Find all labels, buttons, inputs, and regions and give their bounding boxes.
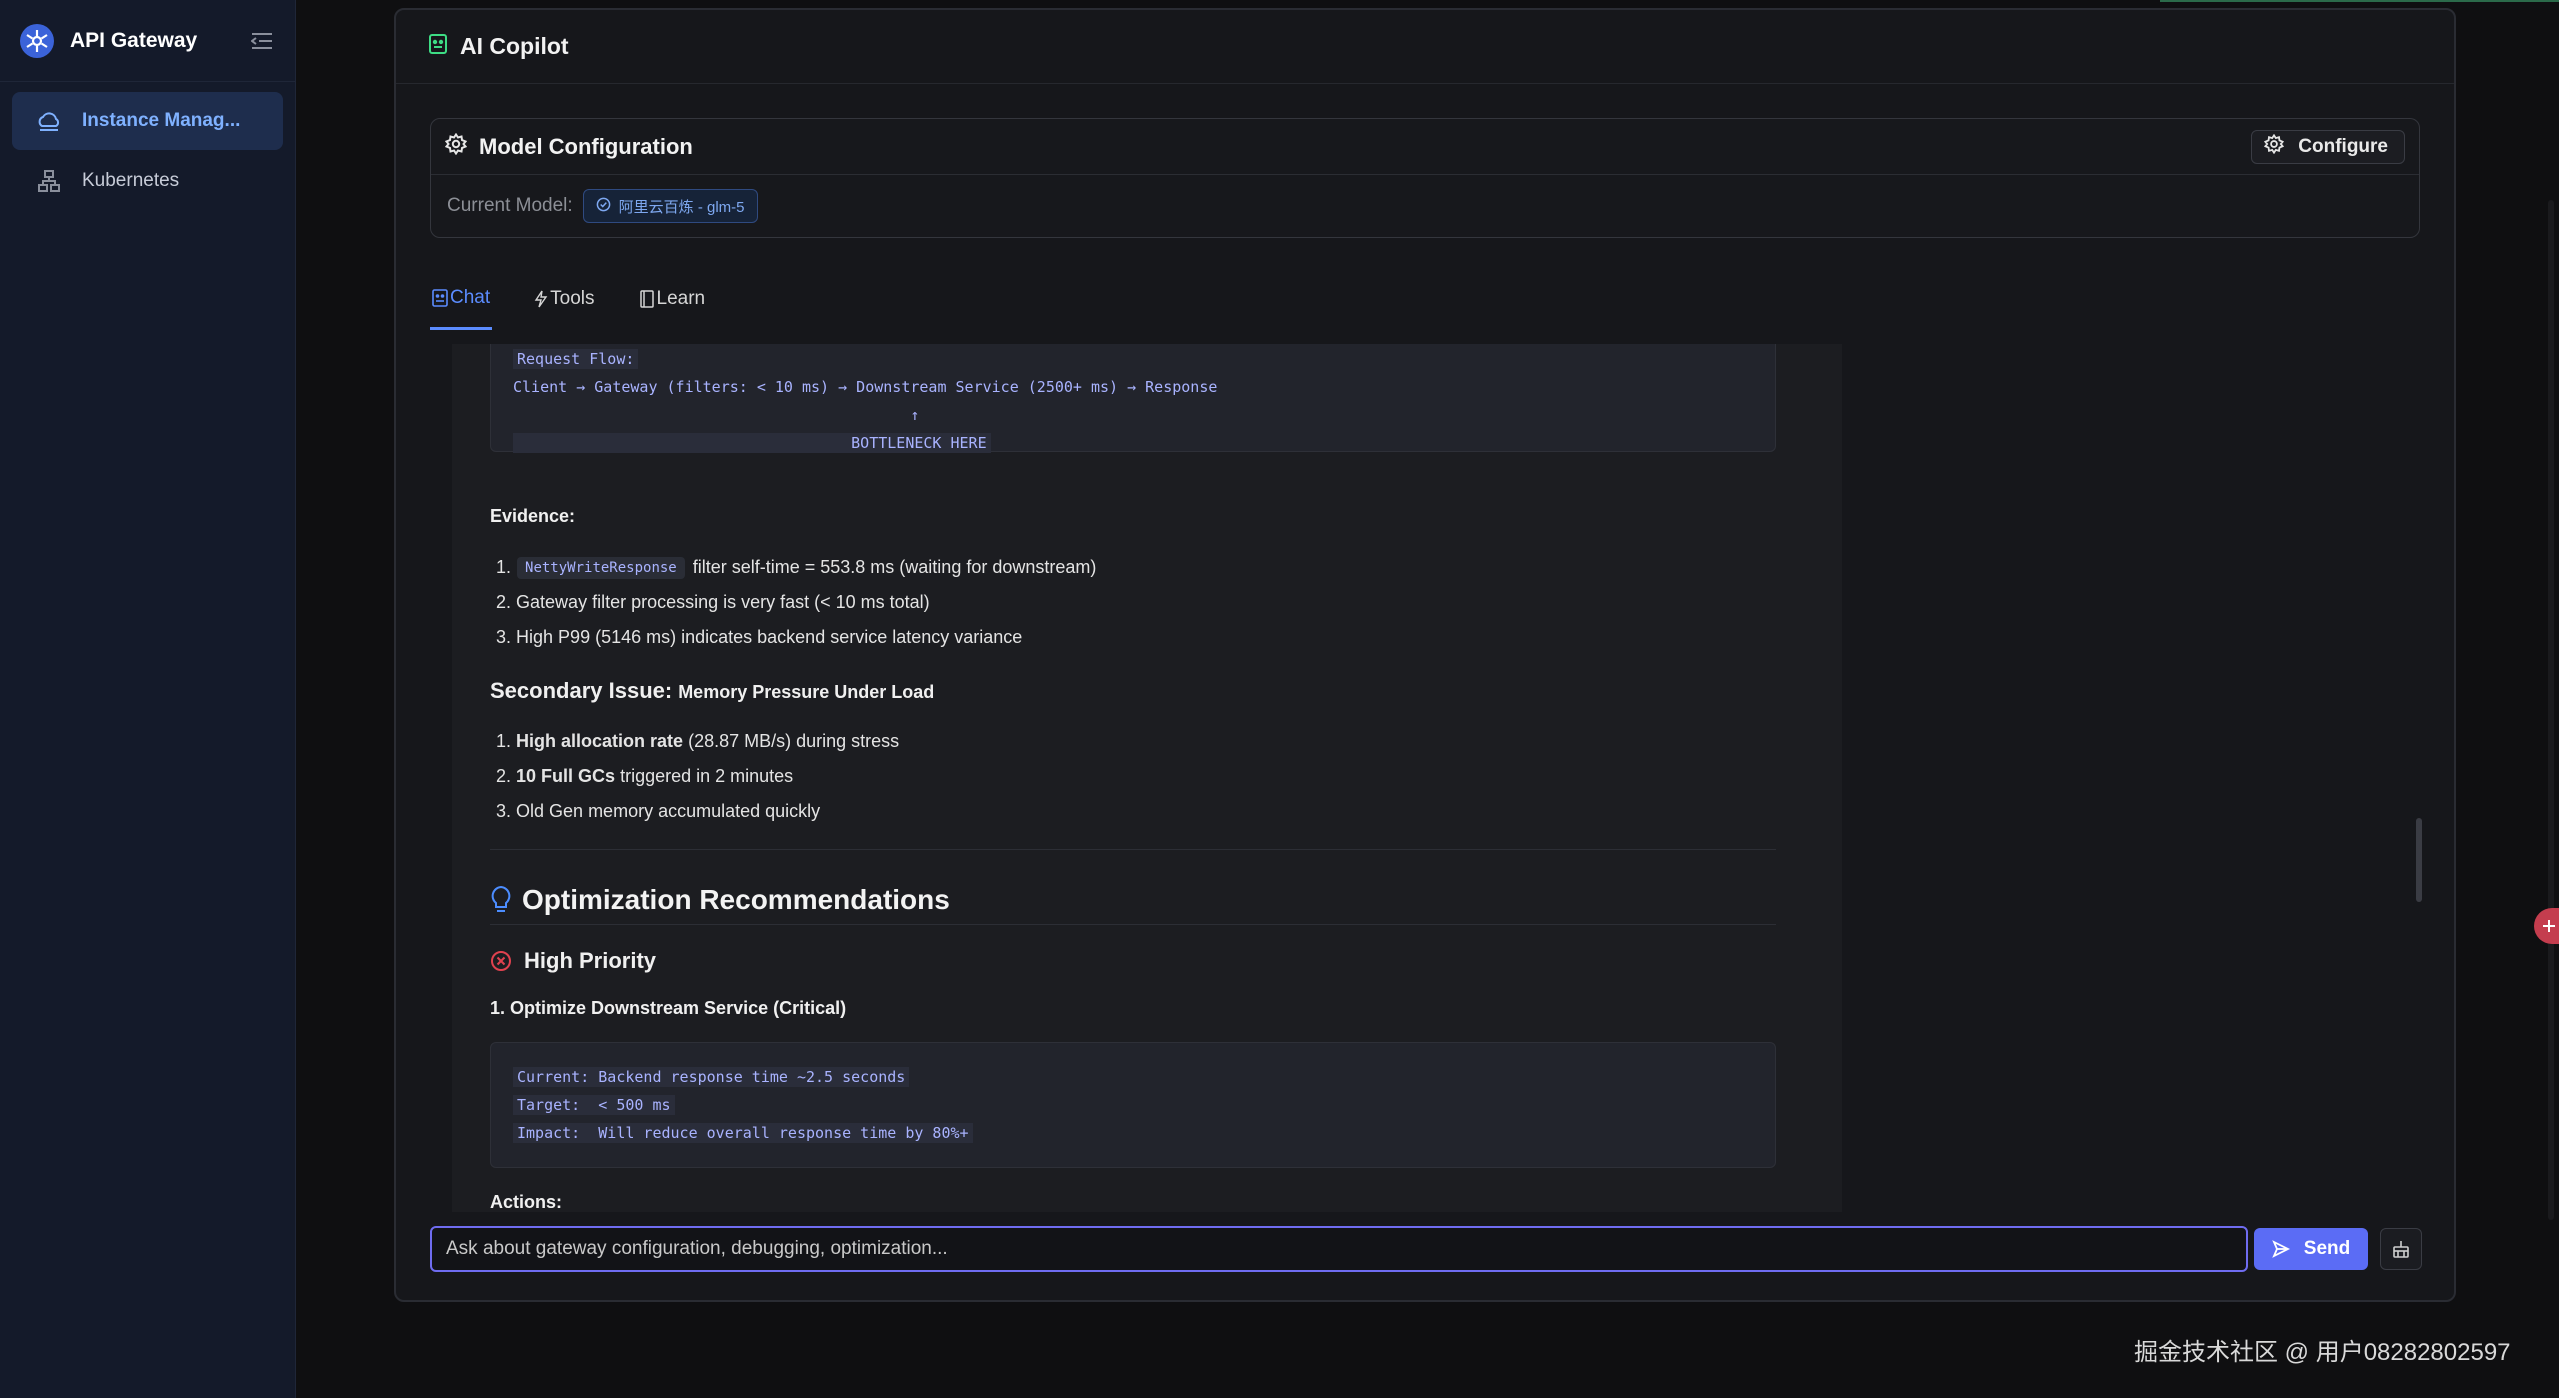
page-scrollbar[interactable] xyxy=(2548,200,2554,1220)
code-line: Client → Gateway (filters: < 10 ms) → Do… xyxy=(513,378,1218,396)
close-circle-icon xyxy=(490,950,512,972)
panel-title: AI Copilot xyxy=(460,33,569,59)
list-number: 3. xyxy=(496,801,512,821)
clear-chat-button[interactable] xyxy=(2380,1228,2422,1270)
item1-heading: 1. Optimize Downstream Service (Critical… xyxy=(490,998,847,1018)
current-model-label: Current Model: xyxy=(447,195,573,216)
send-button[interactable]: Send xyxy=(2254,1228,2368,1270)
kubernetes-logo-icon xyxy=(20,23,54,58)
list-item: 2. Gateway filter processing is very fas… xyxy=(496,585,1766,620)
list-number: 2. xyxy=(496,766,512,786)
model-config-title: Model Configuration xyxy=(479,133,693,159)
list-item: 3. High P99 (5146 ms) indicates backend … xyxy=(496,620,1766,655)
target-code-block: Current: Backend response time ~2.5 seco… xyxy=(490,1042,1776,1168)
heading-text: High Priority xyxy=(524,948,657,973)
code-line: ↑ xyxy=(513,406,920,424)
high-priority-heading: High Priority xyxy=(490,944,656,978)
plus-icon xyxy=(2542,919,2556,933)
list-text: filter self-time = 553.8 ms (waiting for… xyxy=(692,557,1097,577)
code-line: Current: Backend response time ~2.5 seco… xyxy=(513,1067,910,1087)
panel-header: AI Copilot xyxy=(396,10,2454,84)
heading-text: Secondary Issue: xyxy=(490,678,673,703)
chat-input-wrapper xyxy=(430,1226,2248,1272)
request-flow-code-block: Request Flow: Client → Gateway (filters:… xyxy=(490,344,1776,453)
tab-chat[interactable]: Chat xyxy=(430,268,493,330)
configure-button[interactable]: Configure xyxy=(2251,129,2405,164)
chat-scrollbar-thumb[interactable] xyxy=(2416,818,2422,902)
tab-learn[interactable]: Learn xyxy=(637,268,708,330)
list-item: 2. 10 Full GCs triggered in 2 minutes xyxy=(496,759,1766,794)
tab-label: Learn xyxy=(656,288,706,309)
check-circle-icon xyxy=(596,197,611,216)
list-number: 3. xyxy=(496,627,512,647)
list-text: Gateway filter processing is very fast (… xyxy=(516,592,930,612)
sidebar-item-label: Instance Manag... xyxy=(82,110,241,131)
code-line: BOTTLENECK HERE xyxy=(513,433,991,453)
code-line: Request Flow: xyxy=(513,349,639,369)
list-number: 2. xyxy=(496,592,512,612)
evidence-list: 1. NettyWriteResponse filter self-time =… xyxy=(496,550,1766,655)
tab-label: Tools xyxy=(550,288,595,309)
sidebar-item-kubernetes[interactable]: Kubernetes xyxy=(12,152,283,210)
sidebar-item-instance-management[interactable]: Instance Manag... xyxy=(12,92,283,150)
list-number: 1. xyxy=(496,731,512,751)
broom-icon xyxy=(2391,1239,2411,1259)
code-line: Impact: Will reduce overall response tim… xyxy=(513,1123,973,1143)
cloud-icon xyxy=(36,108,62,134)
network-icon xyxy=(36,168,62,194)
chat-messages[interactable]: Request Flow: Client → Gateway (filters:… xyxy=(452,344,1842,1212)
lightbulb-icon xyxy=(490,885,512,915)
top-accent-line xyxy=(2160,0,2559,2)
chat-input[interactable] xyxy=(430,1226,2248,1272)
secondary-issue-list: 1. High allocation rate (28.87 MB/s) dur… xyxy=(496,724,1766,829)
book-icon xyxy=(639,290,655,308)
actions-label: Actions: xyxy=(490,1192,562,1212)
gear-icon xyxy=(2264,133,2285,160)
heading-subtext: Memory Pressure Under Load xyxy=(678,682,935,702)
list-item: 1. NettyWriteResponse filter self-time =… xyxy=(496,550,1766,585)
robot-icon xyxy=(428,33,448,60)
list-bold-text: High allocation rate xyxy=(516,731,684,751)
gear-icon xyxy=(444,132,468,160)
list-item: 1. High allocation rate (28.87 MB/s) dur… xyxy=(496,724,1766,759)
send-button-label: Send xyxy=(2303,1238,2351,1259)
sidebar-nav: Instance Manag... Kubernetes xyxy=(0,82,295,222)
divider xyxy=(490,849,1776,850)
collapse-sidebar-icon[interactable] xyxy=(249,28,275,54)
watermark: 掘金技术社区 @ 用户08282802597 xyxy=(2134,1339,2511,1366)
chat-robot-icon xyxy=(432,288,448,307)
list-number: 1. xyxy=(496,557,512,577)
secondary-issue-heading: Secondary Issue: Memory Pressure Under L… xyxy=(490,678,934,704)
optimization-heading: Optimization Recommendations xyxy=(490,880,950,920)
ai-copilot-panel: AI Copilot Model Configuration Configure… xyxy=(394,8,2456,1302)
current-model-value: 阿里云百炼 - glm-5 xyxy=(618,198,745,216)
code-line: Target: < 500 ms xyxy=(513,1095,675,1115)
tab-bar: Chat Tools Learn xyxy=(430,268,2420,332)
list-bold-text: 10 Full GCs xyxy=(516,766,616,786)
brand-header: API Gateway xyxy=(0,0,295,82)
inline-code: NettyWriteResponse xyxy=(517,556,685,579)
configure-button-label: Configure xyxy=(2298,135,2388,157)
heading-text: Optimization Recommendations xyxy=(522,884,950,915)
floating-helper-button[interactable] xyxy=(2534,908,2559,944)
lightning-icon xyxy=(534,290,548,308)
send-icon xyxy=(2271,1240,2290,1258)
list-item: 3. Old Gen memory accumulated quickly xyxy=(496,794,1766,829)
tab-tools[interactable]: Tools xyxy=(532,268,596,330)
evidence-label: Evidence: xyxy=(490,506,576,526)
app-title: API Gateway xyxy=(70,28,198,52)
list-text: High P99 (5146 ms) indicates backend ser… xyxy=(516,627,1023,647)
current-model-row: Current Model: 阿里云百炼 - glm-5 xyxy=(431,175,2419,237)
list-text: triggered in 2 minutes xyxy=(620,766,794,786)
sidebar-item-label: Kubernetes xyxy=(82,170,180,191)
sidebar: API Gateway Instance Manag... Kubernetes xyxy=(0,0,296,1398)
divider xyxy=(490,924,1776,925)
model-configuration-card: Model Configuration Configure Current Mo… xyxy=(430,118,2420,238)
list-text: Old Gen memory accumulated quickly xyxy=(516,801,821,821)
model-config-header: Model Configuration Configure xyxy=(431,119,2419,175)
tab-label: Chat xyxy=(450,286,491,308)
current-model-tag: 阿里云百炼 - glm-5 xyxy=(582,189,758,223)
list-text: (28.87 MB/s) during stress xyxy=(688,731,900,751)
